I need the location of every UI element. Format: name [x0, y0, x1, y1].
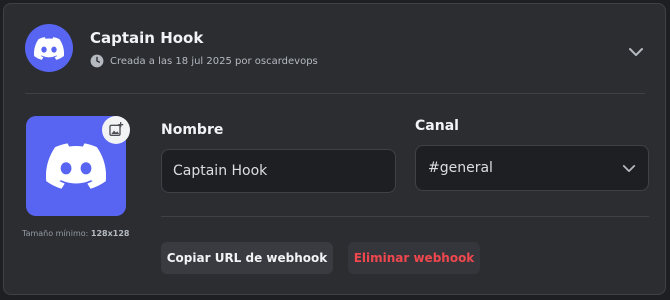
- chevron-down-icon: [622, 164, 636, 172]
- collapse-toggle[interactable]: [624, 40, 648, 64]
- channel-select[interactable]: #general: [415, 145, 649, 191]
- chevron-down-icon: [629, 48, 643, 56]
- discord-logo-icon: [34, 36, 64, 60]
- webhook-card: Captain Hook Creada a las 18 jul 2025 po…: [3, 3, 666, 295]
- created-info: Creada a las 18 jul 2025 por oscardevops: [90, 54, 318, 68]
- webhook-name-title: Captain Hook: [90, 29, 204, 47]
- discord-logo-icon: [46, 143, 106, 189]
- section-divider: [25, 93, 645, 94]
- actions-divider: [161, 216, 649, 217]
- min-size-label: Tamaño mínimo:: [22, 229, 89, 238]
- min-size-value: 128x128: [90, 229, 130, 238]
- name-label: Nombre: [161, 122, 224, 138]
- clock-icon: [90, 54, 104, 68]
- image-add-icon: [109, 122, 124, 136]
- copy-webhook-url-button[interactable]: Copiar URL de webhook: [161, 242, 333, 274]
- delete-webhook-button[interactable]: Eliminar webhook: [348, 242, 480, 274]
- min-size-hint: Tamaño mínimo: 128x128: [22, 229, 129, 238]
- name-input[interactable]: [161, 149, 396, 193]
- created-text: Creada a las 18 jul 2025 por oscardevops: [110, 55, 318, 67]
- channel-select-value: #general: [428, 160, 493, 176]
- upload-image-button[interactable]: [102, 116, 130, 144]
- channel-label: Canal: [415, 118, 459, 134]
- webhook-avatar: [25, 24, 73, 72]
